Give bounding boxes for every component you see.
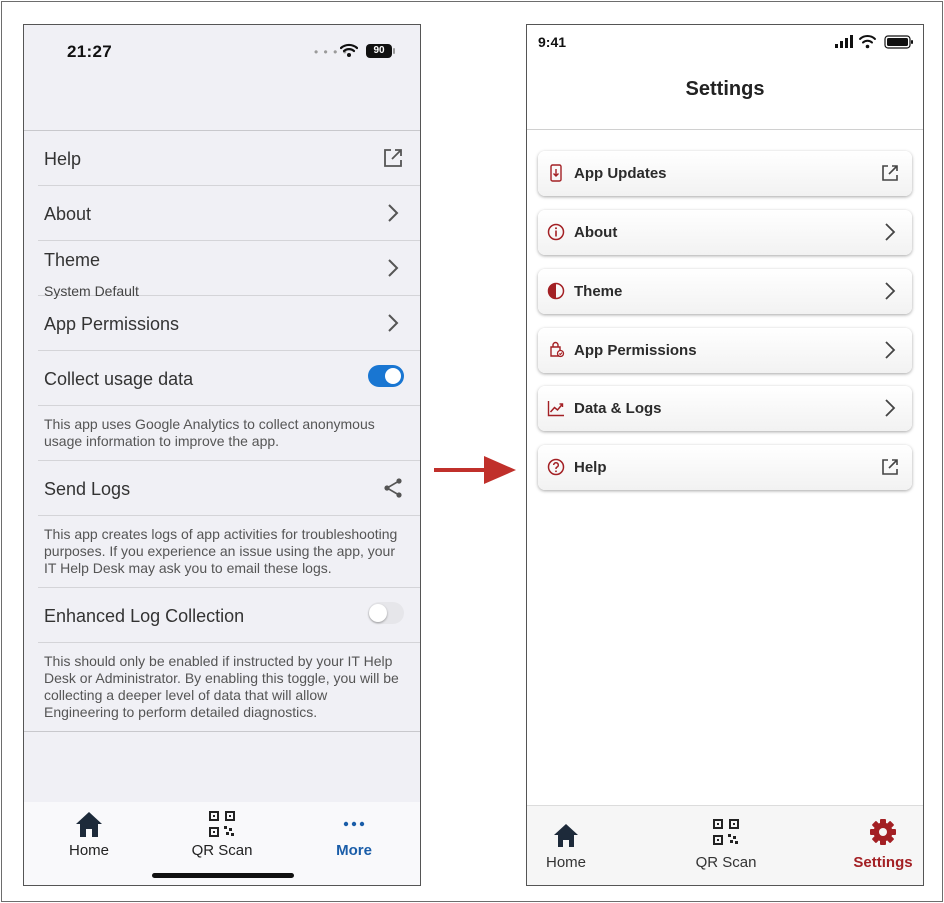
card-theme[interactable]: Theme	[538, 269, 912, 314]
card-label: App Permissions	[574, 342, 697, 359]
tab-bar: Home QR Scan Settings	[527, 805, 923, 885]
permissions-icon	[550, 341, 565, 358]
card-label: App Updates	[574, 165, 667, 182]
tab-more[interactable]: More	[309, 808, 399, 859]
share-icon	[384, 478, 402, 498]
tab-qr-scan[interactable]: QR Scan	[177, 808, 267, 859]
qr-code-icon	[713, 819, 739, 845]
chart-line-icon	[547, 401, 564, 417]
external-link-icon	[882, 459, 898, 475]
more-dots-icon	[343, 821, 365, 827]
info-icon	[547, 223, 565, 241]
status-time: 21:27	[67, 42, 112, 61]
row-about[interactable]: About	[38, 186, 420, 241]
wifi-icon	[340, 43, 358, 57]
status-time: 9:41	[538, 34, 567, 50]
battery-icon	[884, 35, 913, 49]
tab-label: Home	[68, 842, 109, 859]
wifi-icon	[859, 35, 876, 49]
send-logs-description: This app creates logs of app activities …	[38, 516, 420, 588]
chevron-right-icon	[388, 314, 399, 332]
row-label: Send Logs	[44, 479, 131, 499]
row-help[interactable]: Help	[38, 131, 420, 186]
new-settings-screen: 9:41 Settings App Updates About Theme Ap…	[526, 24, 924, 886]
gear-icon	[870, 819, 896, 845]
enhanced-log-toggle[interactable]	[368, 602, 404, 624]
row-label: Enhanced Log Collection	[44, 606, 245, 626]
chevron-right-icon	[885, 223, 896, 241]
card-app-permissions[interactable]: App Permissions	[538, 328, 912, 373]
help-circle-icon	[547, 458, 565, 476]
chevron-right-icon	[388, 259, 399, 277]
header-divider	[527, 129, 923, 130]
row-theme[interactable]: Theme System Default	[38, 241, 420, 299]
home-icon	[554, 824, 578, 847]
external-link-icon	[882, 165, 898, 181]
card-label: Data & Logs	[574, 400, 662, 417]
tab-label: QR Scan	[191, 842, 253, 859]
tab-label: Home	[545, 854, 586, 871]
qr-code-icon	[209, 811, 235, 837]
row-app-permissions[interactable]: App Permissions	[38, 296, 420, 351]
chevron-right-icon	[885, 341, 896, 359]
status-icons	[835, 35, 913, 49]
chevron-right-icon	[388, 204, 399, 222]
card-label: Help	[574, 459, 607, 476]
enhanced-log-description: This should only be enabled if instructe…	[24, 643, 420, 732]
tab-home[interactable]: Home	[527, 818, 611, 871]
card-about[interactable]: About	[538, 210, 912, 255]
card-data-logs[interactable]: Data & Logs	[538, 386, 912, 431]
old-settings-screen: 21:27 • • • • 90 Help About Theme System…	[23, 24, 421, 886]
collect-usage-toggle[interactable]	[368, 365, 404, 387]
settings-list: Help About Theme System Default App Perm…	[24, 130, 420, 732]
battery-icon: 90	[366, 44, 395, 58]
card-app-updates[interactable]: App Updates	[538, 151, 912, 196]
tab-label: Settings	[853, 854, 913, 871]
tab-home[interactable]: Home	[44, 808, 134, 859]
chevron-right-icon	[885, 282, 896, 300]
home-indicator[interactable]	[152, 873, 294, 878]
tab-settings[interactable]: Settings	[838, 818, 923, 871]
tab-qr-scan[interactable]: QR Scan	[681, 818, 771, 871]
row-enhanced-log-collection: Enhanced Log Collection	[38, 588, 420, 643]
tab-label: More	[336, 842, 372, 859]
external-link-icon	[384, 149, 402, 167]
status-bar: 21:27 • • • • 90	[24, 25, 420, 75]
card-label: About	[574, 224, 618, 241]
row-label: Collect usage data	[44, 369, 194, 389]
row-label: App Permissions	[44, 314, 180, 334]
card-help[interactable]: Help	[538, 445, 912, 490]
usage-description: This app uses Google Analytics to collec…	[38, 406, 420, 461]
card-label: Theme	[574, 283, 623, 300]
chevron-right-icon	[885, 399, 896, 417]
download-phone-icon	[550, 164, 562, 182]
tab-label: QR Scan	[695, 854, 757, 871]
arrow-right-icon	[434, 456, 516, 484]
row-label: About	[44, 204, 92, 224]
half-circle-icon	[547, 282, 565, 300]
signal-icon	[835, 35, 853, 48]
home-icon	[76, 812, 102, 837]
row-label: Theme	[44, 250, 101, 270]
row-send-logs[interactable]: Send Logs	[38, 461, 420, 516]
page-title: Settings	[685, 78, 765, 100]
row-collect-usage-data: Collect usage data	[38, 351, 420, 406]
row-label: Help	[44, 149, 82, 169]
